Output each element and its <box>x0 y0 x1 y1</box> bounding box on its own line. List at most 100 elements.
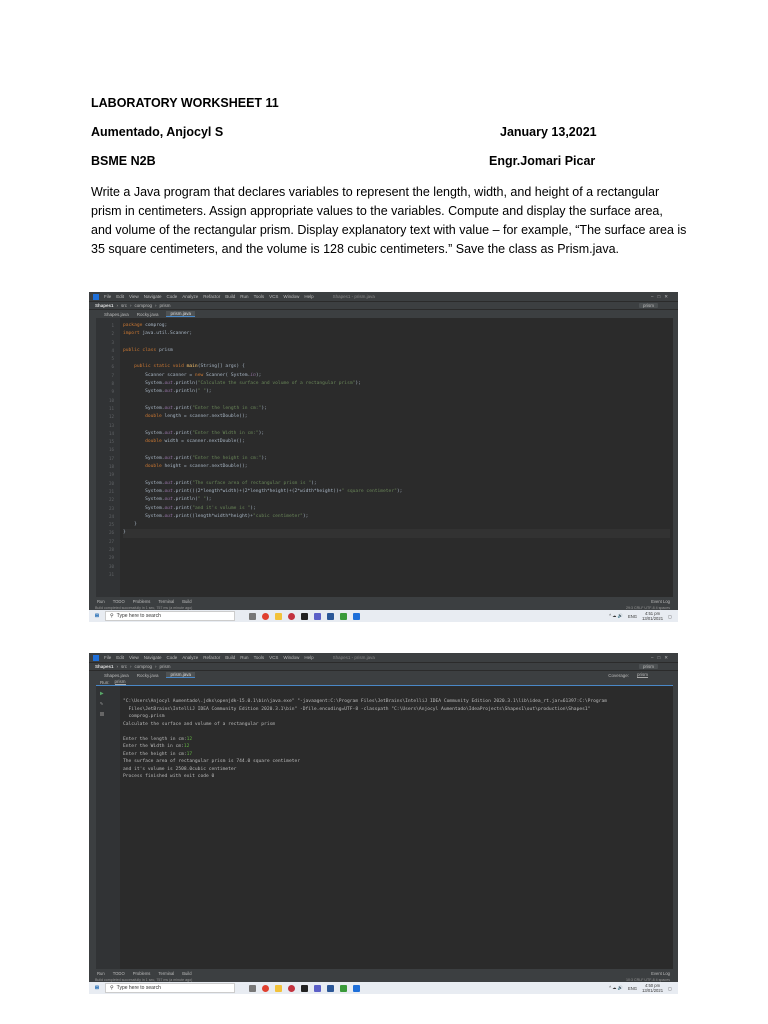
notification-icon[interactable]: ▢ <box>668 614 672 619</box>
menu-vcs[interactable]: VCS <box>269 294 278 299</box>
breadcrumb-src[interactable]: src <box>121 664 127 669</box>
windows-start-icon[interactable]: ⊞ <box>89 613 105 619</box>
tool-run[interactable]: Run <box>97 599 105 604</box>
tab-rocky[interactable]: Rocky.java <box>137 312 159 317</box>
rerun-icon[interactable]: ▶ <box>100 690 120 697</box>
menu-tools[interactable]: Tools <box>254 294 265 299</box>
clock[interactable]: 4:50 pm 13/01/2021 <box>642 983 663 993</box>
breadcrumb-project[interactable]: Shapes1 <box>95 664 114 669</box>
coverage-tab[interactable]: prism <box>637 672 648 678</box>
menu-refactor[interactable]: Refactor <box>203 294 220 299</box>
app-icon[interactable] <box>288 612 295 620</box>
word-icon[interactable] <box>327 612 334 620</box>
tray-icons[interactable]: ^ ☁ 🔊 <box>609 985 623 991</box>
tab-shapes[interactable]: Shapes.java <box>104 312 129 317</box>
system-tray: ^ ☁ 🔊 ENG 4:51 pm 13/01/2021 ▢ <box>609 611 678 621</box>
tool-terminal[interactable]: Terminal <box>158 599 174 604</box>
menu-file[interactable]: File <box>104 655 111 660</box>
app3-icon[interactable] <box>353 612 360 620</box>
menu-view[interactable]: View <box>129 294 139 299</box>
tool-run[interactable]: Run <box>97 971 105 976</box>
task-view-icon[interactable] <box>249 984 256 992</box>
menu-build[interactable]: Build <box>225 655 235 660</box>
tool-problems[interactable]: Problems <box>133 971 151 976</box>
menu-vcs[interactable]: VCS <box>269 655 278 660</box>
menu-window[interactable]: Window <box>283 294 299 299</box>
event-log-button[interactable]: Event Log <box>651 971 670 976</box>
run-config-select[interactable]: prism <box>639 303 658 308</box>
app-icon[interactable] <box>288 984 295 992</box>
app3-icon[interactable] <box>353 984 360 992</box>
chrome-icon[interactable] <box>262 612 269 620</box>
stop-icon[interactable] <box>100 712 104 716</box>
menu-code[interactable]: Code <box>166 655 177 660</box>
tool-todo[interactable]: TODO <box>113 599 125 604</box>
menu-help[interactable]: Help <box>304 294 313 299</box>
breadcrumb-package[interactable]: comprog <box>135 664 153 669</box>
taskbar-search[interactable]: ⚲ Type here to search <box>105 983 235 993</box>
menu-file[interactable]: File <box>104 294 111 299</box>
code-editor[interactable]: package comprog; import java.util.Scanne… <box>123 322 670 538</box>
file-explorer-icon[interactable] <box>275 984 282 992</box>
intellij-icon[interactable] <box>301 984 308 992</box>
teams-icon[interactable] <box>314 612 321 620</box>
breadcrumb-project[interactable]: Shapes1 <box>95 303 114 308</box>
menu-tools[interactable]: Tools <box>254 655 265 660</box>
tab-prism[interactable]: prism.java <box>166 311 195 317</box>
menu-navigate[interactable]: Navigate <box>144 294 162 299</box>
wrench-icon[interactable]: ✎ <box>100 701 120 707</box>
editor-tabs: Shapes.java Rocky.java prism.java Covera… <box>96 671 678 679</box>
app2-icon[interactable] <box>340 612 347 620</box>
breadcrumb-class[interactable]: prism <box>160 303 171 308</box>
menu-build[interactable]: Build <box>225 294 235 299</box>
tab-prism[interactable]: prism.java <box>166 672 195 678</box>
task-view-icon[interactable] <box>249 612 256 620</box>
menu-code[interactable]: Code <box>166 294 177 299</box>
clock[interactable]: 4:51 pm 13/01/2021 <box>642 611 663 621</box>
menu-help[interactable]: Help <box>304 655 313 660</box>
run-tab-prism[interactable]: prism <box>114 679 126 685</box>
cursor-position[interactable]: 29:3 CRLF UTF-8 4 spaces <box>626 606 670 610</box>
tray-icons[interactable]: ^ ☁ 🔊 <box>609 613 623 619</box>
menu-run[interactable]: Run <box>240 294 248 299</box>
window-controls[interactable]: –□✕ <box>651 294 672 300</box>
menu-view[interactable]: View <box>129 655 139 660</box>
tab-shapes[interactable]: Shapes.java <box>104 673 129 678</box>
language-indicator[interactable]: ENG <box>628 986 637 991</box>
menu-analyze[interactable]: Analyze <box>182 655 198 660</box>
menu-window[interactable]: Window <box>283 655 299 660</box>
run-console-output[interactable]: "C:\Users\Anjocyl Aumentado\.jdks\openjd… <box>123 698 670 781</box>
tool-build[interactable]: Build <box>182 599 191 604</box>
tool-build[interactable]: Build <box>182 971 191 976</box>
chrome-icon[interactable] <box>262 984 269 992</box>
tab-rocky[interactable]: Rocky.java <box>137 673 159 678</box>
app2-icon[interactable] <box>340 984 347 992</box>
event-log-button[interactable]: Event Log <box>651 599 670 604</box>
intellij-icon[interactable] <box>301 612 308 620</box>
worksheet-title: LABORATORY WORKSHEET 11 <box>91 96 279 110</box>
tool-todo[interactable]: TODO <box>113 971 125 976</box>
notification-icon[interactable]: ▢ <box>668 986 672 991</box>
menu-run[interactable]: Run <box>240 655 248 660</box>
word-icon[interactable] <box>327 984 334 992</box>
language-indicator[interactable]: ENG <box>628 614 637 619</box>
window-controls[interactable]: –□✕ <box>651 655 672 661</box>
menu-edit[interactable]: Edit <box>116 655 124 660</box>
cursor-position[interactable]: 10:3 CRLF UTF-8 4 spaces <box>626 978 670 982</box>
run-config-select[interactable]: prism <box>639 664 658 669</box>
menu-refactor[interactable]: Refactor <box>203 655 220 660</box>
windows-start-icon[interactable]: ⊞ <box>89 985 105 991</box>
file-explorer-icon[interactable] <box>275 612 282 620</box>
taskbar-search[interactable]: ⚲ Type here to search <box>105 611 235 621</box>
right-tool-strip[interactable] <box>673 318 678 605</box>
right-tool-strip[interactable] <box>673 679 678 977</box>
menu-analyze[interactable]: Analyze <box>182 294 198 299</box>
breadcrumb-class[interactable]: prism <box>160 664 171 669</box>
tool-terminal[interactable]: Terminal <box>158 971 174 976</box>
menu-navigate[interactable]: Navigate <box>144 655 162 660</box>
tool-problems[interactable]: Problems <box>133 599 151 604</box>
menu-edit[interactable]: Edit <box>116 294 124 299</box>
teams-icon[interactable] <box>314 984 321 992</box>
breadcrumb-package[interactable]: comprog <box>135 303 153 308</box>
breadcrumb-src[interactable]: src <box>121 303 127 308</box>
